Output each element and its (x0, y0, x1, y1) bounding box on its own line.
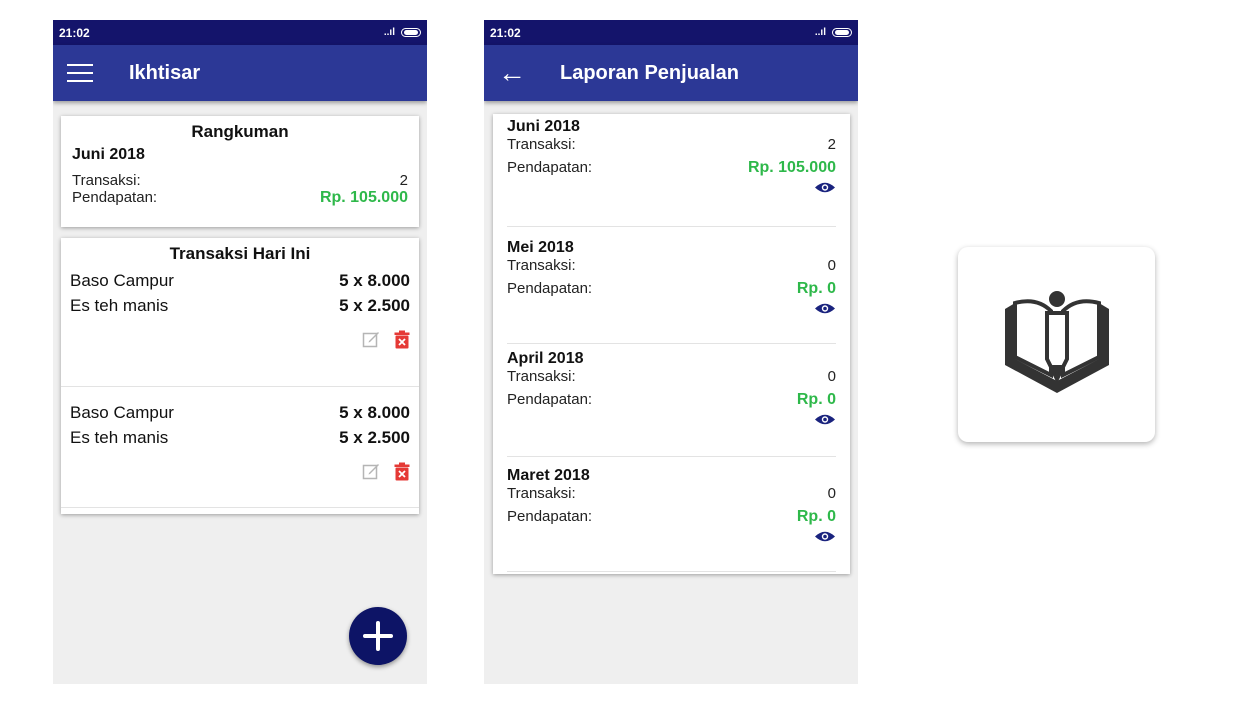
transactions-value: 0 (827, 485, 836, 502)
report-item[interactable]: Maret 2018 Transaksi: 0 Pendapatan: Rp. … (493, 457, 850, 571)
page-title: Laporan Penjualan (560, 61, 739, 84)
summary-transactions-row: Transaksi: 2 (72, 172, 408, 189)
report-month: April 2018 (507, 350, 584, 367)
app-bar: Ikhtisar (53, 45, 427, 101)
report-income-row: Pendapatan: Rp. 0 (507, 280, 836, 298)
income-label: Pendapatan: (507, 391, 593, 408)
eye-icon[interactable] (814, 181, 836, 194)
list-item: Es teh manis 5 x 2.500 (70, 425, 410, 450)
transaction-actions (70, 330, 410, 349)
eye-icon[interactable] (814, 530, 836, 543)
sales-report-screen: 21:02 ..ıl ← Laporan Penjualan Juni 2018… (484, 20, 858, 684)
eye-icon[interactable] (814, 413, 836, 426)
list-item: Baso Campur 5 x 8.000 (70, 400, 410, 425)
income-value: Rp. 105.000 (319, 189, 408, 206)
status-time: 21:02 (59, 25, 90, 40)
edit-icon[interactable] (362, 330, 380, 348)
item-name: Es teh manis (70, 427, 169, 447)
eye-icon[interactable] (814, 302, 836, 315)
arrow-left-icon[interactable]: ← (498, 59, 526, 87)
income-value: Rp. 105.000 (747, 159, 836, 176)
income-value: Rp. 0 (796, 280, 836, 297)
report-month: Mei 2018 (507, 239, 574, 256)
transactions-label: Transaksi: (507, 485, 576, 502)
summary-month: Juni 2018 (72, 146, 145, 163)
transactions-value: 2 (827, 136, 836, 153)
transactions-value: 0 (827, 368, 836, 385)
transaction-entry: Baso Campur 5 x 8.000 Es teh manis 5 x 2… (61, 387, 419, 512)
report-item[interactable]: April 2018 Transaksi: 0 Pendapatan: Rp. … (493, 344, 850, 456)
report-transactions-row: Transaksi: 0 (507, 257, 836, 274)
plus-icon (363, 621, 393, 651)
report-transactions-row: Transaksi: 2 (507, 136, 836, 153)
status-bar: 21:02 ..ıl (484, 20, 858, 45)
today-transactions-card: Transaksi Hari Ini Baso Campur 5 x 8.000… (61, 238, 419, 514)
report-transactions-row: Transaksi: 0 (507, 368, 836, 385)
hamburger-icon[interactable] (67, 64, 93, 82)
app-logo-card (958, 247, 1155, 442)
report-month: Juni 2018 (507, 118, 580, 135)
trash-icon[interactable] (394, 462, 410, 481)
report-list-card: Juni 2018 Transaksi: 2 Pendapatan: Rp. 1… (493, 114, 850, 574)
battery-icon (401, 28, 421, 37)
transactions-label: Transaksi: (507, 136, 576, 153)
status-time: 21:02 (490, 25, 521, 40)
divider (61, 507, 419, 508)
transaction-entry: Baso Campur 5 x 8.000 Es teh manis 5 x 2… (61, 268, 419, 380)
signal-icon: ..ıl (814, 27, 826, 38)
transactions-value: 2 (399, 172, 408, 189)
item-qty: 5 x 8.000 (339, 402, 410, 422)
today-title: Transaksi Hari Ini (169, 244, 311, 263)
list-item: Baso Campur 5 x 8.000 (70, 268, 410, 293)
list-item: Es teh manis 5 x 2.500 (70, 293, 410, 318)
report-income-row: Pendapatan: Rp. 105.000 (507, 159, 836, 177)
overview-screen: 21:02 ..ıl Ikhtisar Rangkuman Juni 2018 … (53, 20, 427, 684)
book-pencil-logo (1004, 290, 1109, 393)
income-label: Pendapatan: (507, 508, 593, 525)
app-bar: ← Laporan Penjualan (484, 45, 858, 101)
report-month: Maret 2018 (507, 467, 590, 484)
report-item[interactable]: Mei 2018 Transaksi: 0 Pendapatan: Rp. 0 (493, 227, 850, 343)
summary-income-row: Pendapatan: Rp. 105.000 (72, 189, 408, 207)
item-qty: 5 x 2.500 (339, 295, 410, 315)
report-income-row: Pendapatan: Rp. 0 (507, 391, 836, 409)
summary-title: Rangkuman (191, 122, 289, 141)
trash-icon[interactable] (394, 330, 410, 349)
transactions-label: Transaksi: (72, 172, 141, 189)
transactions-value: 0 (827, 257, 836, 274)
income-label: Pendapatan: (507, 159, 593, 176)
income-value: Rp. 0 (796, 391, 836, 408)
signal-icon: ..ıl (383, 27, 395, 38)
transaction-actions (70, 462, 410, 481)
item-qty: 5 x 2.500 (339, 427, 410, 447)
edit-icon[interactable] (362, 462, 380, 480)
battery-icon (832, 28, 852, 37)
income-label: Pendapatan: (507, 280, 593, 297)
income-label: Pendapatan: (72, 189, 158, 206)
income-value: Rp. 0 (796, 508, 836, 525)
page-title: Ikhtisar (129, 61, 201, 84)
add-transaction-button[interactable] (349, 607, 407, 665)
status-bar: 21:02 ..ıl (53, 20, 427, 45)
summary-card: Rangkuman Juni 2018 Transaksi: 2 Pendapa… (61, 116, 419, 227)
item-name: Baso Campur (70, 270, 174, 290)
report-income-row: Pendapatan: Rp. 0 (507, 508, 836, 526)
item-qty: 5 x 8.000 (339, 270, 410, 290)
transactions-label: Transaksi: (507, 368, 576, 385)
item-name: Es teh manis (70, 295, 169, 315)
report-transactions-row: Transaksi: 0 (507, 485, 836, 502)
item-name: Baso Campur (70, 402, 174, 422)
report-item[interactable]: Juni 2018 Transaksi: 2 Pendapatan: Rp. 1… (493, 114, 850, 226)
divider (507, 571, 836, 572)
transactions-label: Transaksi: (507, 257, 576, 274)
